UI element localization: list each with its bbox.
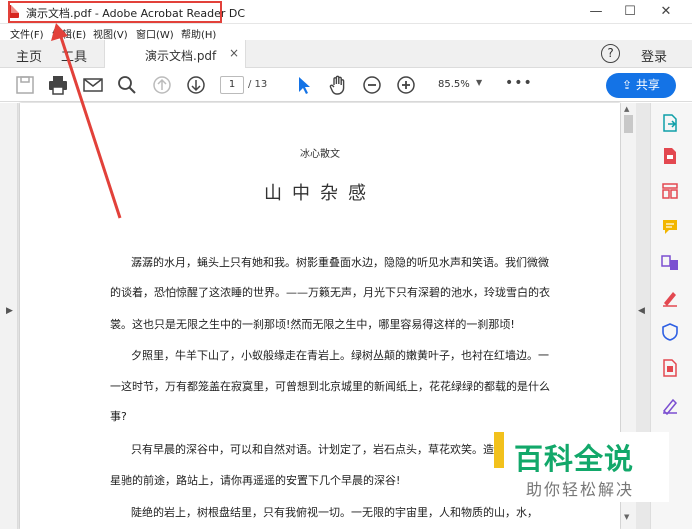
- share-icon: ⇪: [622, 78, 636, 92]
- collapse-right-pane-icon[interactable]: ◀: [638, 306, 645, 316]
- watermark: 百科全说 助你轻松解决: [494, 432, 669, 502]
- paragraph-line: 事?: [110, 410, 127, 423]
- next-page-icon[interactable]: [185, 74, 207, 96]
- close-window-button[interactable]: ✕: [650, 0, 682, 24]
- comment-icon[interactable]: [660, 217, 680, 237]
- zoom-dropdown-icon[interactable]: ▼: [476, 78, 482, 87]
- previous-page-icon[interactable]: [151, 74, 173, 96]
- more-tools-button[interactable]: •••: [505, 75, 533, 91]
- minimize-button[interactable]: —: [580, 0, 612, 24]
- page-number-input[interactable]: 1: [220, 76, 244, 94]
- login-button[interactable]: 登录: [641, 46, 667, 65]
- tab-document[interactable]: 演示文档.pdf ×: [104, 40, 246, 68]
- tab-document-label: 演示文档.pdf: [145, 49, 217, 63]
- toolbar: 1 / 13 85.5% ▼ ••• ⇪ 共享: [0, 69, 692, 102]
- hand-tool-icon[interactable]: [327, 74, 349, 96]
- document-title: 山中杂感: [264, 183, 376, 204]
- protect-icon[interactable]: [660, 322, 680, 342]
- scroll-up-icon[interactable]: ▲: [624, 105, 629, 113]
- signature-icon[interactable]: [660, 395, 680, 415]
- title-highlight-box: [8, 1, 222, 23]
- tab-bar: 主页 工具 演示文档.pdf × ? 登录: [0, 40, 692, 68]
- search-icon[interactable]: [116, 74, 138, 96]
- share-button[interactable]: ⇪ 共享: [606, 73, 676, 98]
- organize-pages-icon[interactable]: [660, 181, 680, 201]
- combine-files-icon[interactable]: [660, 253, 680, 273]
- edit-pdf-icon[interactable]: [660, 358, 680, 378]
- left-nav-pane: [0, 103, 18, 529]
- watermark-bar: [494, 432, 504, 468]
- tab-home[interactable]: 主页: [16, 46, 42, 65]
- maximize-button[interactable]: ☐: [614, 0, 646, 24]
- menu-help[interactable]: 帮助(H): [181, 26, 216, 41]
- zoom-level[interactable]: 85.5%: [438, 79, 470, 90]
- export-pdf-icon[interactable]: [660, 113, 680, 133]
- paragraph-line: 潺潺的水月，蝇头上只有她和我。树影重叠面水边，隐隐的听见水声和笑语。我们微微: [131, 256, 549, 269]
- menu-window[interactable]: 窗口(W): [136, 26, 174, 41]
- paragraph-line: 的谈着，恐怕惊醒了这浓睡的世界。——万籁无声，月光下只有深碧的池水，玲珑雪白的衣: [110, 286, 550, 299]
- share-label: 共享: [635, 78, 660, 92]
- menu-bar: 文件(F) 编辑(E) 视图(V) 窗口(W) 帮助(H): [0, 24, 692, 41]
- zoom-in-icon[interactable]: [395, 74, 417, 96]
- paragraph-line: 裳。这也只是无限之生中的一刹那顷!然而无限之生中，哪里容易得这样的一刹那顷!: [110, 318, 515, 331]
- paragraph-line: 夕照里，牛羊下山了，小蚁般缘走在青岩上。绿树丛颠的嫩黄叶子，也衬在红墙边。一: [131, 349, 549, 362]
- menu-view[interactable]: 视图(V): [93, 26, 128, 41]
- menu-file[interactable]: 文件(F): [10, 26, 44, 41]
- zoom-out-icon[interactable]: [361, 74, 383, 96]
- mail-icon[interactable]: [82, 74, 104, 96]
- scroll-thumb[interactable]: [624, 115, 633, 133]
- save-icon[interactable]: [14, 74, 36, 96]
- watermark-brand: 百科全说: [514, 442, 635, 476]
- help-icon[interactable]: ?: [601, 44, 620, 63]
- select-cursor-icon[interactable]: [293, 74, 315, 96]
- paragraph-line: 陡绝的岩上，树根盘结里，只有我俯视一切。一无限的宇宙里，人和物质的山，水，: [131, 506, 538, 519]
- tab-tools[interactable]: 工具: [61, 46, 87, 65]
- page-total: / 13: [248, 79, 268, 90]
- expand-left-pane-icon[interactable]: ▶: [6, 306, 13, 316]
- paragraph-line: 星驰的前途，路站上，请你再遥遥的安置下几个早晨的深谷!: [110, 474, 401, 487]
- print-icon[interactable]: [47, 74, 69, 96]
- document-subtitle: 冰心散文: [300, 149, 340, 160]
- watermark-slogan: 助你轻松解决: [526, 480, 635, 499]
- menu-edit[interactable]: 编辑(E): [52, 26, 86, 41]
- paragraph-line: 一这时节，万有都笼盖在寂寞里，可曾想到北京城里的新闻纸上，花花绿绿的都载的是什么: [110, 380, 550, 393]
- fill-sign-icon[interactable]: [660, 288, 680, 308]
- create-pdf-icon[interactable]: [660, 146, 680, 166]
- scroll-down-icon[interactable]: ▼: [624, 513, 629, 521]
- close-tab-icon[interactable]: ×: [229, 46, 239, 60]
